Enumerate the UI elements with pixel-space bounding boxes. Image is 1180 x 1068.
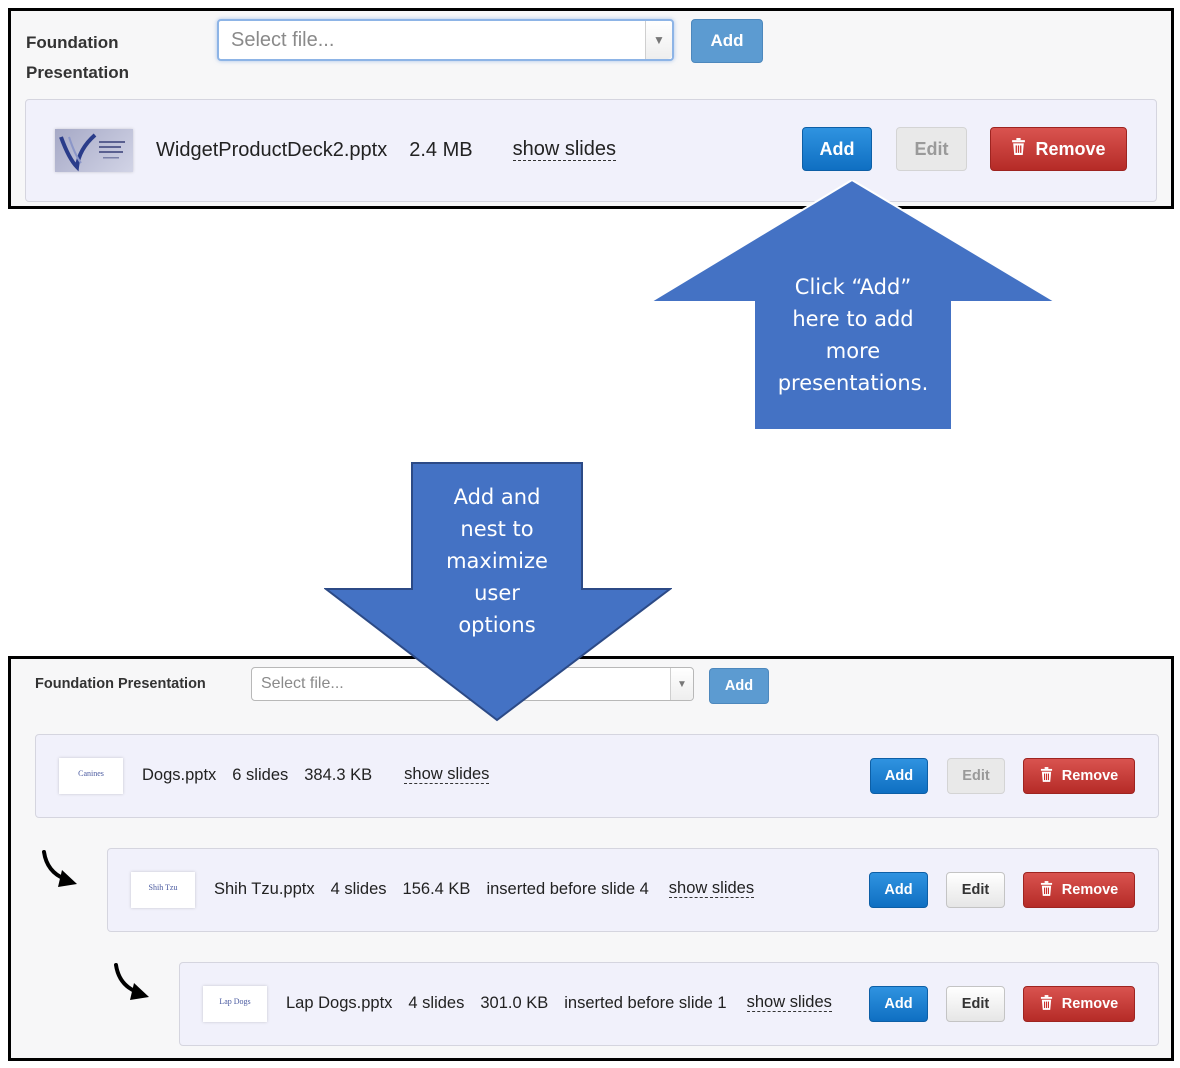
show-slides-link[interactable]: show slides [746, 993, 832, 1013]
click-add-callout: Click “Add” here to add more presentatio… [648, 180, 1058, 432]
caret-down-icon[interactable]: ▼ [645, 21, 672, 59]
add-nested-button[interactable]: Add [870, 758, 928, 794]
add-nested-button[interactable]: Add [869, 872, 928, 908]
edit-button[interactable]: Edit [947, 758, 1005, 794]
thumbnail-title: Shih Tzu [148, 883, 178, 892]
file-info: Lap Dogs.pptx 4 slides 301.0 KB inserted… [286, 992, 832, 1014]
edit-button[interactable]: Edit [946, 986, 1005, 1022]
add-nested-button[interactable]: Add [802, 127, 872, 171]
remove-button[interactable]: Remove [1023, 986, 1135, 1022]
remove-label: Remove [1035, 138, 1106, 159]
slide-thumbnail: Shih Tzu [131, 872, 195, 908]
slide-count: 6 slides [232, 765, 289, 784]
remove-button[interactable]: Remove [1023, 758, 1135, 794]
thumbnail-title: Canines [78, 769, 104, 778]
caret-down-icon[interactable]: ▼ [670, 668, 693, 700]
trash-icon [1040, 766, 1053, 786]
slide-thumbnail [55, 129, 133, 172]
nested-arrow-icon [114, 963, 149, 1000]
foundation-presentation-label: Foundation Presentation [26, 33, 129, 82]
slide-thumbnail: Lap Dogs [203, 986, 267, 1022]
edit-button[interactable]: Edit [946, 872, 1005, 908]
file-name: Lap Dogs.pptx [286, 993, 393, 1012]
remove-label: Remove [1061, 882, 1119, 898]
add-file-button[interactable]: Add [691, 19, 763, 63]
show-slides-link[interactable]: show slides [668, 879, 755, 899]
remove-label: Remove [1061, 768, 1119, 784]
insert-position: inserted before slide 4 [486, 879, 649, 898]
thumbnail-title: Lap Dogs [219, 997, 251, 1006]
slide-count: 4 slides [330, 879, 387, 898]
nest-callout: Add and nest to maximize user options [324, 462, 672, 722]
select-file-dropdown[interactable]: Select file... ▼ [217, 19, 674, 61]
file-card: Canines Dogs.pptx 6 slides 384.3 KB show… [35, 734, 1159, 818]
edit-button[interactable]: Edit [896, 127, 967, 171]
file-name: Shih Tzu.pptx [214, 879, 315, 898]
file-size: 384.3 KB [304, 765, 373, 784]
show-slides-link[interactable]: show slides [404, 765, 490, 785]
file-name: WidgetProductDeck2.pptx [156, 138, 388, 161]
remove-button[interactable]: Remove [1023, 872, 1135, 908]
show-slides-link[interactable]: show slides [512, 139, 616, 161]
file-size: 301.0 KB [480, 993, 549, 1012]
click-add-callout-text: Click “Add” here to add more presentatio… [777, 275, 929, 395]
file-name: Dogs.pptx [142, 765, 217, 784]
nested-arrow-icon [42, 850, 77, 887]
add-file-button[interactable]: Add [709, 668, 769, 704]
slide-thumbnail: Canines [59, 758, 123, 794]
trash-icon [1011, 138, 1026, 160]
widget-logo-icon [59, 133, 125, 172]
remove-button[interactable]: Remove [990, 127, 1127, 171]
remove-label: Remove [1061, 996, 1119, 1012]
select-file-placeholder: Select file... [231, 29, 335, 51]
file-size: 2.4 MB [409, 138, 473, 161]
file-info: Shih Tzu.pptx 4 slides 156.4 KB inserted… [214, 878, 755, 900]
slide-count: 4 slides [408, 993, 465, 1012]
nest-callout-text: Add and nest to maximize user options [446, 485, 548, 637]
trash-icon [1040, 994, 1053, 1014]
file-card: Lap Dogs Lap Dogs.pptx 4 slides 301.0 KB… [179, 962, 1159, 1046]
file-size: 156.4 KB [402, 879, 471, 898]
file-card: Shih Tzu Shih Tzu.pptx 4 slides 156.4 KB… [107, 848, 1159, 932]
foundation-panel-top: Foundation Presentation Select file... ▼… [8, 8, 1174, 209]
foundation-presentation-label: Foundation Presentation [35, 676, 206, 692]
insert-position: inserted before slide 1 [564, 993, 727, 1012]
add-nested-button[interactable]: Add [869, 986, 928, 1022]
file-info: WidgetProductDeck2.pptx 2.4 MB show slid… [156, 137, 638, 163]
trash-icon [1040, 880, 1053, 900]
file-info: Dogs.pptx 6 slides 384.3 KB show slides [142, 764, 490, 786]
